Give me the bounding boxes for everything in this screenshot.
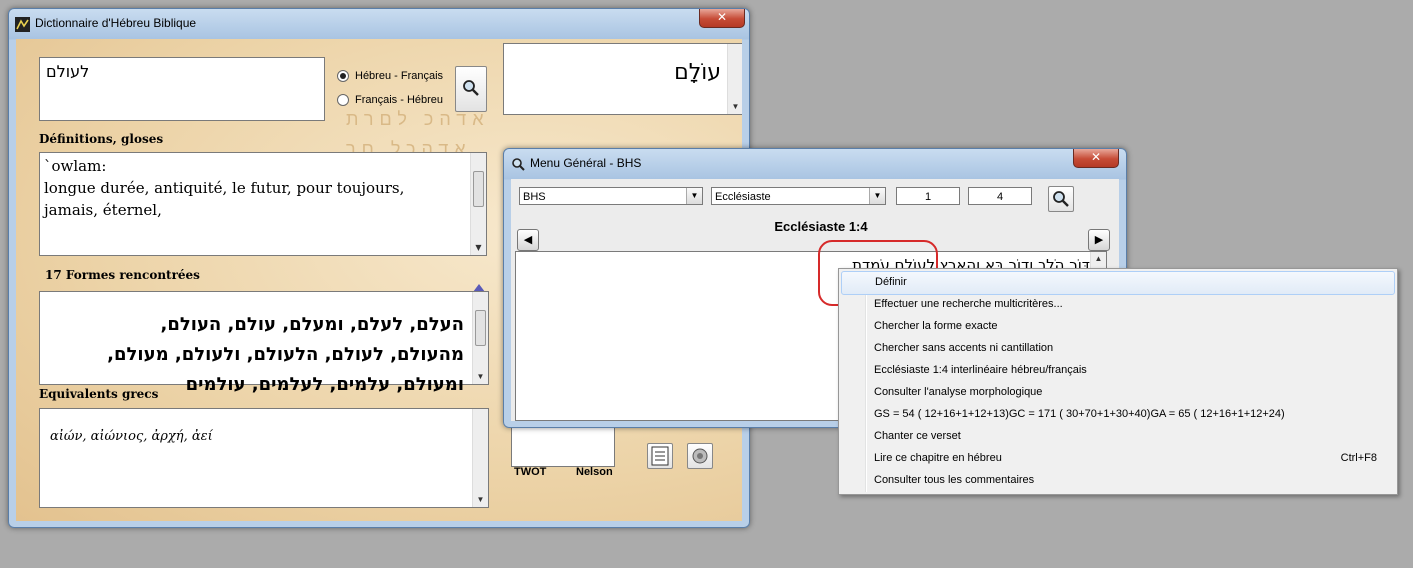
speaker-icon	[692, 448, 708, 464]
forms-list: העלם, לעלם, ומעלם, עולם, העולם, מהעולם, …	[39, 291, 489, 395]
menu-item-all-comments[interactable]: Consulter tous les commentaires	[841, 469, 1395, 491]
menu-item-label: Lire ce chapitre en hébreu	[874, 452, 1002, 464]
greek-text: αἰών, αἰώνιος, ἀρχή, ἀεί	[50, 429, 213, 444]
forms-scrollbar-thumb[interactable]	[475, 310, 486, 346]
magnifier-icon	[463, 80, 479, 96]
menu-item-definir[interactable]: Définir	[841, 271, 1395, 295]
radio-french-hebrew[interactable]: Français - Hébreu	[337, 94, 443, 106]
forms-line: ומעולם, עלמים, לעלמים, עולמים	[185, 374, 464, 395]
menu-close-button[interactable]: ✕	[1073, 149, 1119, 168]
reference-heading: Ecclésiaste 1:4	[774, 219, 868, 234]
menu-item-label: Chanter ce verset	[874, 430, 961, 442]
radio-hebrew-french[interactable]: Hébreu - Français	[337, 70, 443, 82]
menu-item-label: GS = 54 ( 12+16+1+12+13)GC = 171 ( 30+70…	[874, 408, 1285, 420]
radio-dot	[337, 94, 349, 106]
parchment-decoration: ﬡﬢﬣﬤ ﬥﬦﬧﬨ	[346, 109, 490, 129]
greek-scrollbar[interactable]: ▼	[472, 409, 488, 507]
radio-dot-selected	[337, 70, 349, 82]
menu-item-exact-form[interactable]: Chercher la forme exacte	[841, 315, 1395, 337]
dictionary-titlebar[interactable]: Dictionnaire d'Hébreu Biblique ✕	[9, 9, 749, 37]
version-select[interactable]: BHS ▼	[519, 187, 703, 205]
menu-item-morphology[interactable]: Consulter l'analyse morphologique	[841, 381, 1395, 403]
dictionary-title: Dictionnaire d'Hébreu Biblique	[35, 16, 197, 30]
forms-label: 17 Formes rencontrées	[45, 268, 200, 282]
radio-hebrew-french-label: Hébreu - Français	[355, 70, 444, 82]
forms-scrollbar[interactable]: ▼	[472, 292, 488, 384]
menu-titlebar[interactable]: Menu Général - BHS ✕	[504, 149, 1126, 177]
menu-item-label: Chercher la forme exacte	[874, 320, 998, 332]
document-button[interactable]	[647, 443, 673, 469]
radio-french-hebrew-label: Français - Hébreu	[355, 94, 444, 106]
verse-input[interactable]: 4	[968, 187, 1032, 205]
previous-verse-button[interactable]: ◀	[517, 229, 539, 251]
twot-nelson-box	[511, 427, 615, 467]
context-menu: Définir Effectuer une recherche multicri…	[838, 268, 1398, 495]
menu-item-label: Effectuer une recherche multicritères...	[874, 298, 1063, 310]
chevron-down-icon[interactable]: ▼	[869, 188, 885, 204]
book-value: Ecclésiaste	[715, 191, 771, 203]
document-icon	[651, 446, 669, 466]
twot-label[interactable]: TWOT	[514, 466, 546, 478]
menu-item-read-chapter[interactable]: Lire ce chapitre en hébreu Ctrl+F8	[841, 447, 1395, 469]
menu-item-interlinear[interactable]: Ecclésiaste 1:4 interlinéaire hébreu/fra…	[841, 359, 1395, 381]
greek-label: Equivalents grecs	[39, 387, 159, 401]
menu-item-label: Chercher sans accents ni cantillation	[874, 342, 1054, 354]
headword-scrollbar[interactable]: ▼	[727, 44, 742, 114]
book-select[interactable]: Ecclésiaste ▼	[711, 187, 886, 205]
definitions-scrollbar-thumb[interactable]	[473, 171, 484, 207]
menu-item-multicriteria-search[interactable]: Effectuer une recherche multicritères...	[841, 293, 1395, 315]
menu-title: Menu Général - BHS	[530, 156, 642, 170]
version-value: BHS	[523, 191, 546, 203]
search-input[interactable]: לעולם	[39, 57, 325, 121]
forms-line: מהעולם, לעולם, הלעולם, ולעולם, מעולם,	[107, 344, 464, 365]
search-button[interactable]	[455, 66, 487, 112]
menu-item-label: Ecclésiaste 1:4 interlinéaire hébreu/fra…	[874, 364, 1087, 376]
definitions-scrollbar[interactable]: ▼	[470, 153, 486, 255]
headword-display: עוֹלָם ▼	[503, 43, 742, 115]
menu-item-label: Consulter tous les commentaires	[874, 474, 1035, 486]
definitions-line: jamais, éternel,	[44, 201, 162, 219]
nelson-label[interactable]: Nelson	[576, 466, 613, 478]
chapter-input[interactable]: 1	[896, 187, 960, 205]
headword-text: עוֹלָם	[674, 60, 721, 85]
forms-text: העלם, לעלם, ומעלם, עולם, העולם, מהעולם, …	[107, 310, 464, 400]
menu-item-label: Définir	[875, 276, 907, 288]
audio-button[interactable]	[687, 443, 713, 469]
magnifier-icon	[512, 158, 525, 171]
magnifier-icon	[1053, 191, 1069, 207]
menu-item-gematria[interactable]: GS = 54 ( 12+16+1+12+13)GC = 171 ( 30+70…	[841, 403, 1395, 425]
menu-item-label: Consulter l'analyse morphologique	[874, 386, 1043, 398]
definitions-text: `owlam: longue durée, antiquité, le futu…	[39, 152, 487, 256]
chevron-down-icon[interactable]: ▼	[686, 188, 702, 204]
definitions-line: `owlam:	[44, 157, 107, 175]
menu-item-no-accents[interactable]: Chercher sans accents ni cantillation	[841, 337, 1395, 359]
go-search-button[interactable]	[1048, 186, 1074, 212]
menu-item-shortcut: Ctrl+F8	[1340, 452, 1377, 464]
menu-item-chant-verse[interactable]: Chanter ce verset	[841, 425, 1395, 447]
definitions-line: longue durée, antiquité, le futur, pour …	[44, 179, 405, 197]
definitions-label: Définitions, gloses	[39, 132, 164, 146]
greek-equivalents: αἰών, αἰώνιος, ἀρχή, ἀεί ▼	[39, 408, 489, 508]
next-verse-button[interactable]: ▶	[1088, 229, 1110, 251]
forms-line: העלם, לעלם, ומעלם, עולם, העולם,	[160, 314, 465, 335]
app-icon	[15, 17, 30, 32]
dictionary-close-button[interactable]: ✕	[699, 9, 745, 28]
